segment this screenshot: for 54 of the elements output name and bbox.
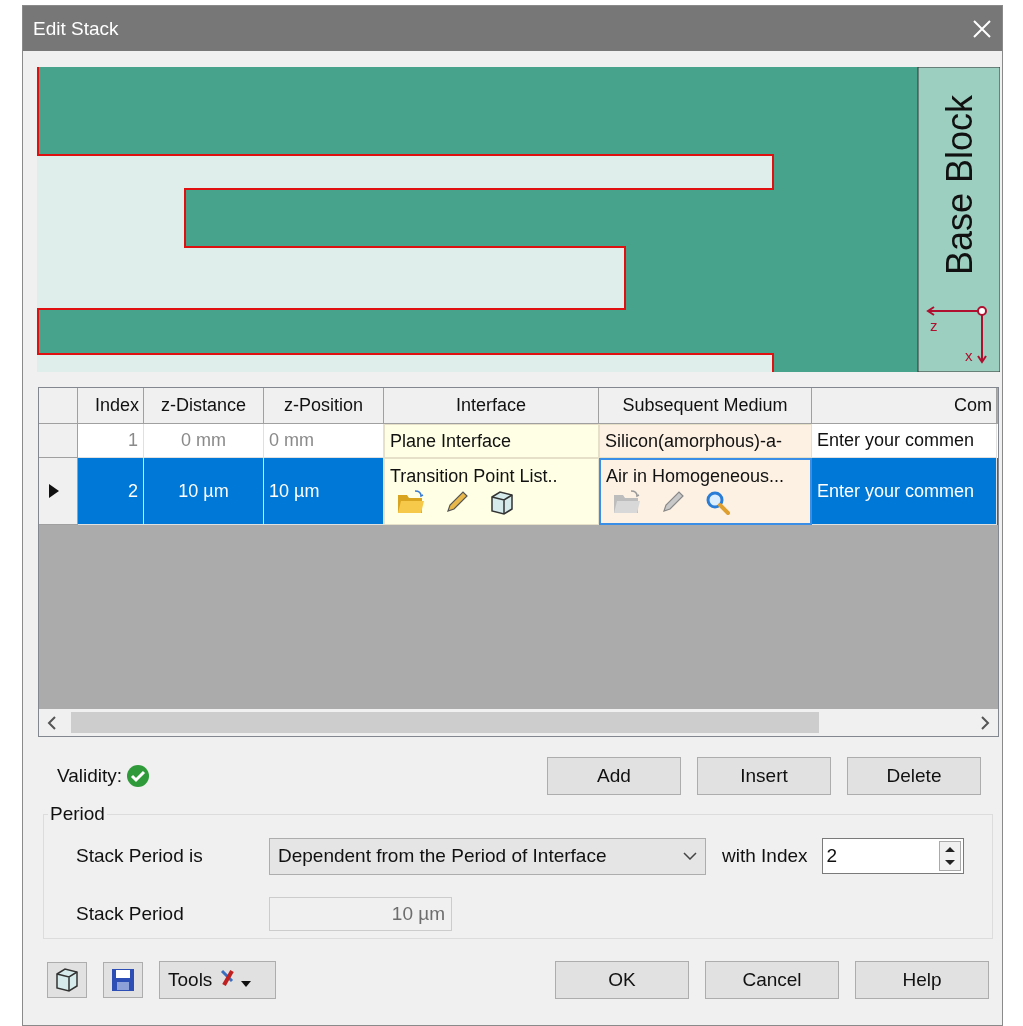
scroll-left-icon[interactable] <box>47 715 57 730</box>
window-title: Edit Stack <box>33 17 119 40</box>
cell-text: Air in Homogeneous... <box>606 466 786 487</box>
close-icon[interactable] <box>972 18 992 39</box>
cell-text: Transition Point List.. <box>390 466 559 487</box>
dialog-button[interactable]: Cancel <box>705 961 839 999</box>
view-3d-button[interactable] <box>47 962 87 998</box>
dialog-button[interactable]: Help <box>855 961 989 999</box>
axis-label: z <box>930 317 938 334</box>
table-cell[interactable]: Plane Interface <box>384 424 599 458</box>
period-field: 10 µm <box>269 897 452 931</box>
save-button[interactable] <box>103 962 143 998</box>
cell-text: Silicon(amorphous)-a- <box>605 430 784 452</box>
table-cell: 2 <box>78 458 144 525</box>
table-cell[interactable]: Transition Point List.. <box>384 458 599 525</box>
field-label: Stack Period <box>76 903 185 925</box>
column-header[interactable]: Subsequent Medium <box>599 388 812 424</box>
action-button[interactable]: Add <box>547 757 681 795</box>
table-row[interactable]: 2 10 µm 10 µm Transition Point List.. Air in Homogeneous... Enter your commen <box>39 458 998 525</box>
field-label: with Index <box>722 845 808 867</box>
row-header[interactable] <box>39 458 78 525</box>
column-header[interactable]: Interface <box>384 388 599 424</box>
pencil-icon[interactable] <box>444 489 470 515</box>
period-mode-dropdown[interactable]: Dependent from the Period of Interface <box>269 837 706 875</box>
group-title: Period <box>49 803 106 825</box>
column-header[interactable]: Com <box>812 388 997 424</box>
column-header[interactable]: z-Distance <box>144 388 264 424</box>
chevron-down-icon <box>683 852 697 860</box>
search-icon[interactable] <box>704 489 732 517</box>
column-header[interactable]: z-Position <box>264 388 384 424</box>
axis-label: x <box>965 347 973 364</box>
cube-icon[interactable] <box>53 966 81 994</box>
table-row[interactable]: 1 0 mm 0 mm Plane Interface Silicon(amorphous)-a- Enter your commen <box>39 424 998 458</box>
table-cell[interactable]: Silicon(amorphous)-a- <box>599 424 812 458</box>
dialog-button[interactable]: OK <box>555 961 689 999</box>
base-block-label: Base Block <box>939 94 980 276</box>
current-row-icon <box>49 484 59 498</box>
validity-label: Validity: <box>57 765 123 787</box>
axis-icon <box>926 306 987 364</box>
scroll-right-icon[interactable] <box>980 715 990 730</box>
action-button[interactable]: Delete <box>847 757 981 795</box>
field-label: Stack Period is <box>76 845 204 867</box>
scrollbar-thumb[interactable] <box>71 712 819 733</box>
table-cell[interactable]: Air in Homogeneous... <box>599 458 812 525</box>
action-button[interactable]: Insert <box>697 757 831 795</box>
spin-arrows-icon <box>938 841 961 871</box>
column-header[interactable]: Index <box>78 388 144 424</box>
tools-button[interactable]: Tools <box>159 961 276 999</box>
cell-text: Plane Interface <box>390 430 513 452</box>
cube-icon[interactable] <box>488 489 516 517</box>
table-cell: Enter your commen <box>812 458 997 525</box>
save-icon <box>111 968 135 992</box>
index-spinner[interactable]: 2 <box>821 838 964 874</box>
table-cell: 10 µm <box>144 458 264 525</box>
